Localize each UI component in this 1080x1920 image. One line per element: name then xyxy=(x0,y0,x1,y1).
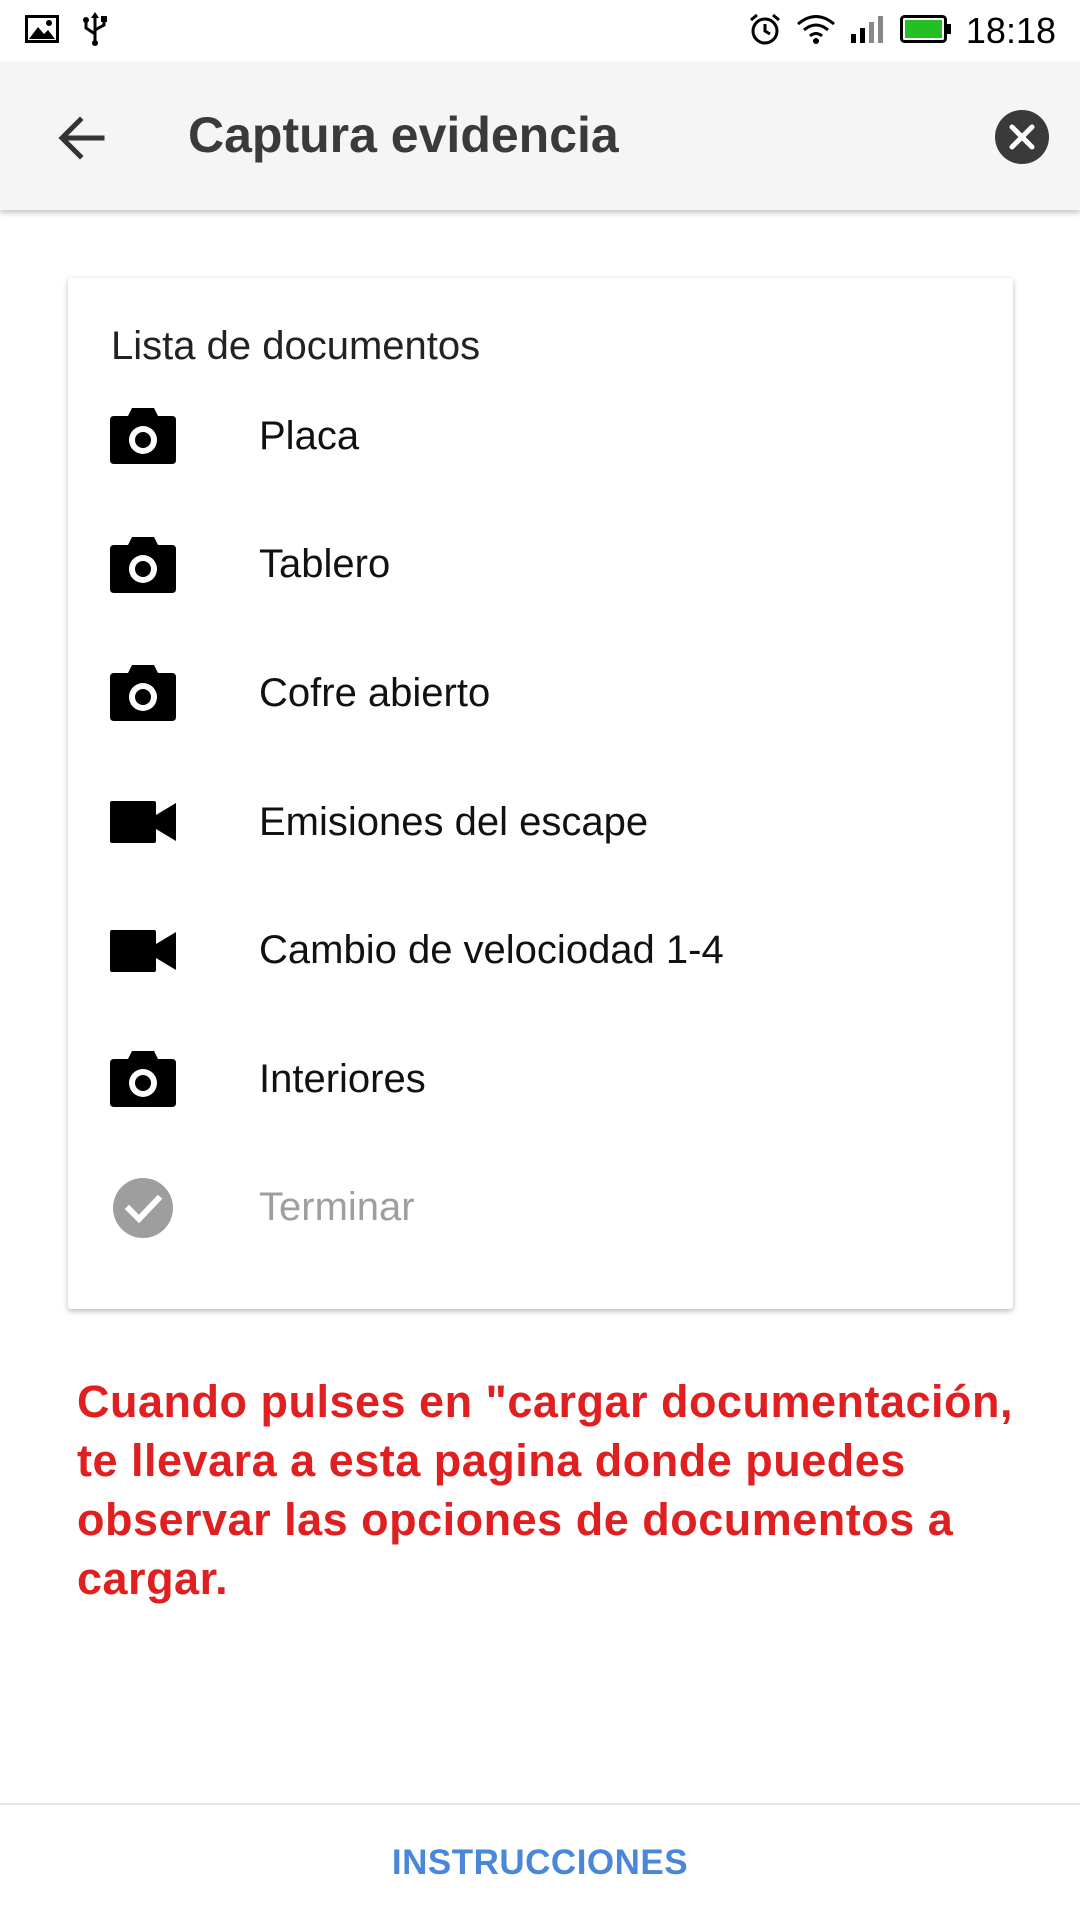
bottom-bar: INSTRUCCIONES xyxy=(0,1803,1080,1920)
list-item-label: Terminar xyxy=(259,1185,415,1230)
annotation-note: Cuando pulses en "cargar documentación, … xyxy=(77,1376,1014,1604)
list-item-cofre-abierto[interactable]: Cofre abierto xyxy=(68,629,1013,758)
alarm-icon xyxy=(748,12,782,51)
list-item-terminar[interactable]: Terminar xyxy=(68,1144,1013,1273)
instructions-button[interactable]: INSTRUCCIONES xyxy=(372,1833,708,1893)
image-icon xyxy=(24,14,60,49)
card-title: Lista de documentos xyxy=(111,324,481,368)
usb-icon xyxy=(82,11,108,51)
document-list: Placa Tablero Cofre abierto Emisiones de… xyxy=(68,372,1013,1272)
wifi-icon xyxy=(796,13,836,50)
documents-card: Lista de documentos Placa Tablero Cofre … xyxy=(68,278,1013,1309)
list-item-label: Placa xyxy=(259,413,360,458)
list-item-label: Interiores xyxy=(259,1056,426,1101)
videocam-icon xyxy=(110,789,176,855)
list-item-label: Emisiones del escape xyxy=(259,799,649,844)
battery-icon xyxy=(899,14,952,49)
status-time: 18:18 xyxy=(965,10,1056,51)
camera-icon xyxy=(110,1046,176,1112)
check-circle-icon xyxy=(110,1175,176,1241)
page-title: Captura evidencia xyxy=(188,107,619,163)
signal-icon xyxy=(850,14,886,49)
list-item-cambio-de-velocidad[interactable]: Cambio de velociodad 1-4 xyxy=(68,886,1013,1015)
list-item-label: Cofre abierto xyxy=(259,670,491,715)
camera-icon xyxy=(110,532,176,598)
camera-icon xyxy=(110,403,176,469)
close-circle-icon xyxy=(995,110,1049,164)
list-item-tablero[interactable]: Tablero xyxy=(68,501,1013,630)
list-item-emisiones-del-escape[interactable]: Emisiones del escape xyxy=(68,758,1013,887)
videocam-icon xyxy=(110,918,176,984)
list-item-interiores[interactable]: Interiores xyxy=(68,1015,1013,1144)
list-item-label: Cambio de velociodad 1-4 xyxy=(259,928,724,973)
list-item-label: Tablero xyxy=(259,542,391,587)
arrow-back-icon xyxy=(58,116,105,160)
status-bar: 18:18 xyxy=(0,0,1080,62)
app-bar: Captura evidencia xyxy=(0,62,1080,210)
status-left xyxy=(24,11,108,51)
status-right: 18:18 xyxy=(748,10,1056,52)
camera-icon xyxy=(110,660,176,726)
back-button[interactable] xyxy=(56,112,108,164)
list-item-placa[interactable]: Placa xyxy=(68,372,1013,501)
close-button[interactable] xyxy=(994,109,1050,165)
